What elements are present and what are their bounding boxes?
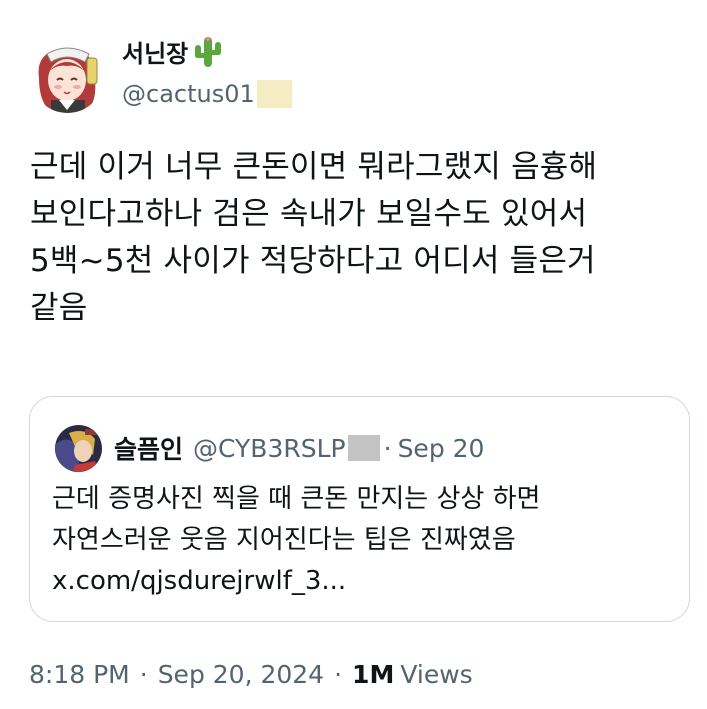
tweet-date[interactable]: Sep 20, 2024 xyxy=(158,660,324,689)
tweet-time[interactable]: 8:18 PM xyxy=(29,660,130,689)
quoted-tweet-line: 자연스러운 웃음 지어진다는 팁은 진짜였음 xyxy=(52,525,516,555)
author-display-name[interactable]: 서닌장 xyxy=(122,34,224,69)
quoted-author-name[interactable]: 슬픔인 xyxy=(114,430,183,466)
character-avatar-icon xyxy=(55,425,102,472)
cactus-icon xyxy=(192,35,224,69)
views-label[interactable]: Views xyxy=(400,660,472,689)
quoted-author-avatar[interactable] xyxy=(55,425,102,472)
quoted-tweet-text: 근데 증명사진 찍을 때 큰돈 만지는 상상 하면 자연스러운 웃음 지어진다는… xyxy=(52,479,672,602)
separator-dot: · xyxy=(383,433,392,463)
quoted-tweet-card[interactable]: 슬픔인 @CYB3RSLP · Sep 20 근데 증명사진 찍을 때 큰돈 만… xyxy=(29,396,690,622)
anime-avatar-icon xyxy=(31,40,104,113)
quoted-tweet-date[interactable]: Sep 20 xyxy=(398,434,485,463)
tweet-text: 근데 이거 너무 큰돈이면 뭐라그랬지 음흉해 보인다고하나 검은 속내가 보일… xyxy=(30,144,690,332)
author-handle-text: @cactus01 xyxy=(122,80,255,108)
quoted-tweet-line: 근데 증명사진 찍을 때 큰돈 만지는 상상 하면 xyxy=(52,484,541,514)
author-avatar[interactable] xyxy=(31,40,104,113)
author-name-text: 서닌장 xyxy=(122,40,189,68)
author-handle[interactable]: @cactus01 xyxy=(122,80,292,108)
tweet-meta: 8:18 PM · Sep 20, 2024 · 1M Views xyxy=(29,660,473,689)
quoted-tweet-link[interactable]: x.com/qjsdurejrwlf_3... xyxy=(52,561,672,602)
separator-dot: · xyxy=(139,660,148,689)
tweet-line: 보인다고하나 검은 속내가 보일수도 있어서 xyxy=(30,196,588,232)
separator-dot: · xyxy=(334,660,343,689)
tweet-line: 5백~5천 사이가 적당하다고 어디서 들은거 xyxy=(30,243,596,279)
tweet-line: 같음 xyxy=(30,290,88,326)
quoted-tweet-header: 슬픔인 @CYB3RSLP · Sep 20 xyxy=(114,430,484,466)
quoted-author-handle[interactable]: @CYB3RSLP xyxy=(193,434,346,463)
handle-redaction xyxy=(256,80,292,108)
handle-redaction xyxy=(347,435,380,461)
tweet-line: 근데 이거 너무 큰돈이면 뭐라그랬지 음흉해 xyxy=(30,149,598,185)
views-count[interactable]: 1M xyxy=(352,660,394,689)
